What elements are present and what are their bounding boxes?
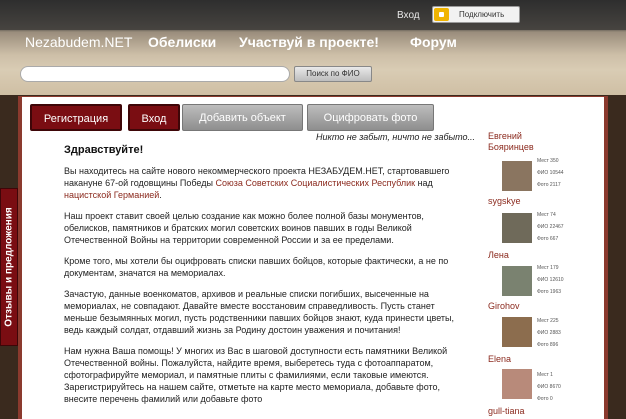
user-avatar[interactable] bbox=[502, 266, 532, 296]
tab-login[interactable]: Вход bbox=[128, 104, 180, 131]
site-logo[interactable]: Nezabudem.NET bbox=[25, 34, 132, 50]
germany-link[interactable]: нацистской Германией bbox=[64, 190, 159, 200]
paragraph-5: Нам нужна Ваша помощь! У многих из Вас в… bbox=[64, 346, 448, 404]
user-stat: Мест 350 bbox=[537, 158, 559, 164]
feedback-label: Отзывы и предложения bbox=[3, 207, 15, 327]
user-stat: Фото 1963 bbox=[537, 289, 561, 295]
user-avatar[interactable] bbox=[502, 369, 532, 399]
tab-digitize-photo[interactable]: Оцифровать фото bbox=[307, 104, 434, 131]
user-name[interactable]: sygskye bbox=[488, 196, 521, 207]
user-stat: ФИО 2883 bbox=[537, 330, 561, 336]
user-stat: ФИО 8670 bbox=[537, 384, 561, 390]
user-stat: Мест 225 bbox=[537, 318, 559, 324]
user-avatar[interactable] bbox=[502, 213, 532, 243]
top-bar: Вход Подключить bbox=[0, 0, 626, 30]
user-stat: Фото 0 bbox=[537, 396, 553, 402]
user-name[interactable]: Лена bbox=[488, 250, 509, 261]
user-stat: Фото 896 bbox=[537, 342, 559, 348]
user-name[interactable]: Евгений Бояринцев bbox=[488, 131, 568, 153]
tab-register[interactable]: Регистрация bbox=[30, 104, 122, 131]
motto: Никто не забыт, ничто не забыто... bbox=[316, 132, 476, 142]
user-avatar[interactable] bbox=[502, 161, 532, 191]
nav-participate[interactable]: Участвуй в проекте! bbox=[239, 34, 379, 50]
feedback-tab[interactable]: Отзывы и предложения bbox=[0, 188, 18, 346]
user-stat: Мест 1 bbox=[537, 372, 553, 378]
user-stat: ФИО 10544 bbox=[537, 170, 564, 176]
paragraph-2: Наш проект ставит своей целью создание к… bbox=[64, 211, 424, 245]
user-avatar[interactable] bbox=[502, 317, 532, 347]
user-stat: Мест 74 bbox=[537, 212, 556, 218]
tab-add-object[interactable]: Добавить объект bbox=[182, 104, 303, 131]
header: Вход Подключить Nezabudem.NET Обелиски У… bbox=[0, 0, 626, 95]
connect-label: Подключить bbox=[459, 10, 505, 19]
lock-icon bbox=[434, 8, 449, 21]
paragraph-4: Зачастую, данные военкоматов, архивов и … bbox=[64, 289, 455, 335]
user-stat: ФИО 22467 bbox=[537, 224, 564, 230]
user-stat: Фото 2117 bbox=[537, 182, 561, 188]
paragraph-3: Кроме того, мы хотели бы оцифровать спис… bbox=[64, 256, 449, 278]
p1-text-2: над bbox=[415, 178, 433, 188]
welcome-title: Здравствуйте! bbox=[64, 144, 144, 156]
search-input[interactable] bbox=[20, 66, 290, 82]
user-stat: Мест 179 bbox=[537, 265, 559, 271]
ussr-link[interactable]: Союза Советских Социалистических Республ… bbox=[215, 178, 415, 188]
paragraph-1: Вы находитесь на сайте нового некоммерче… bbox=[64, 165, 464, 201]
p1-text-3: . bbox=[159, 190, 162, 200]
welcome-text: Здравствуйте! Вы находитесь на сайте нов… bbox=[64, 144, 464, 414]
user-name[interactable]: gull-tiana bbox=[488, 406, 525, 417]
nav-obelisks[interactable]: Обелиски bbox=[148, 34, 216, 50]
user-stat: ФИО 12610 bbox=[537, 277, 564, 283]
user-name[interactable]: Girohov bbox=[488, 301, 520, 312]
search-button[interactable]: Поиск по ФИО bbox=[294, 66, 372, 82]
user-name[interactable]: Elena bbox=[488, 354, 511, 365]
connect-button[interactable]: Подключить bbox=[432, 6, 520, 23]
user-stat: Фото 667 bbox=[537, 236, 559, 242]
nav-forum[interactable]: Форум bbox=[410, 34, 457, 50]
login-link[interactable]: Вход bbox=[397, 10, 420, 21]
